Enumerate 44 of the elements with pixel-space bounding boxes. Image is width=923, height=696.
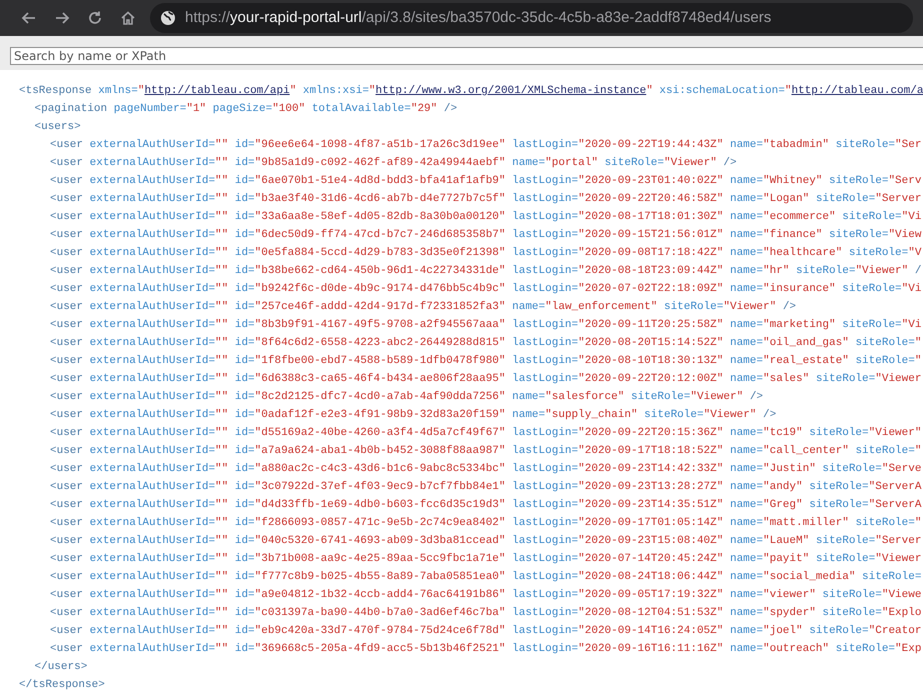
xml-line: <user externalAuthUserId="" id="b38be662-cd64-450b-96d1-4c22734331de" lastLogin="2020-08-18T23:09:44Z" name="hr" siteRole="Viewer" / <box>50 264 922 279</box>
xml-line: <user externalAuthUserId="" id="8c2d2125-dfc7-4cd0-a7ab-4af90dda7256" name="salesforce" siteRole="Viewer" /> <box>50 390 764 405</box>
xml-line: <user externalAuthUserId="" id="6d6388c3-ca65-46f4-b434-ae806f28aa95" lastLogin="2020-09-22T20:12:00Z" name="sales" siteRole="Viewer <box>50 372 922 387</box>
xml-line: <user externalAuthUserId="" id="0e5fa884-5ccd-4d29-b783-3d35e0f21398" lastLogin="2020-09-08T17:18:42Z" name="healthcare" siteRole="V <box>50 246 922 261</box>
xml-line: <users> <box>34 120 81 135</box>
xml-line: <user externalAuthUserId="" id="369668c5-205a-4fd9-acc5-5b13b46f2521" lastLogin="2020-09-16T16:11:16Z" name="outreach" siteRole="Exp <box>50 642 922 657</box>
xml-line: <user externalAuthUserId="" id="9b85a1d9-c092-462f-af89-42a49944aebf" name="portal" siteRole="Viewer" /> <box>50 156 737 171</box>
xml-line: <tsResponse xmlns="http://tableau.com/api" xmlns:xsi="http://www.w3.org/2001/XMLSchema-instance" xsi:schemaLocation="http://tableau.com/a <box>19 84 923 99</box>
arrow-right-icon <box>54 10 70 26</box>
xml-line: <user externalAuthUserId="" id="8f64c6d2-6558-4223-abc2-26449288d815" lastLogin="2020-08-20T15:14:52Z" name="oil_and_gas" siteRole=" <box>50 336 922 351</box>
xml-line: <user externalAuthUserId="" id="a9e04812-1b32-4ccb-add4-76ac64191b86" lastLogin="2020-09-05T17:19:32Z" name="viewer" siteRole="Viewe <box>50 588 922 603</box>
xml-line: <user externalAuthUserId="" id="33a6aa8e-58ef-4d05-82db-8a30b0a00120" lastLogin="2020-08-17T18:01:30Z" name="ecommerce" siteRole="Vi <box>50 210 922 225</box>
xml-line: <user externalAuthUserId="" id="b9242f6c-d0de-4b9c-9174-d476bb5c4b9c" lastLogin="2020-07-02T22:18:09Z" name="insurance" siteRole="Vi <box>50 282 922 297</box>
xml-line: <user externalAuthUserId="" id="040c5320-6741-4693-ab09-3d3ba81ccead" lastLogin="2020-09-23T15:08:40Z" name="LaueM" siteRole="Server <box>50 534 922 549</box>
link[interactable]: http://tableau.com/api <box>144 85 290 97</box>
xml-line: </users> <box>34 660 88 675</box>
xml-line: <user externalAuthUserId="" id="eb9c420a-33d7-470f-9784-75d24ce6f78d" lastLogin="2020-09-14T16:24:05Z" name="joel" siteRole="Creator <box>50 624 922 639</box>
link[interactable]: http://www.w3.org/2001/XMLSchema-instance <box>376 85 646 97</box>
xml-line: <user externalAuthUserId="" id="f777c8b9-b025-4b55-8a89-7aba05851ea0" lastLogin="2020-08-24T18:06:44Z" name="social_media" siteRole= <box>50 570 922 585</box>
xml-line: </tsResponse> <box>19 678 105 693</box>
xml-line: <user externalAuthUserId="" id="a880ac2c-c4c3-43d6-b1c6-9abc8c5334bc" lastLogin="2020-09-23T14:42:33Z" name="Justin" siteRole="Serve <box>50 462 922 477</box>
arrow-left-icon <box>20 10 36 26</box>
home-icon <box>120 10 136 26</box>
search-field[interactable]: Search by name or XPath <box>10 47 923 65</box>
link[interactable]: http://tableau.com/a <box>791 85 923 97</box>
xml-line: <user externalAuthUserId="" id="c031397a-ba90-44b0-b7a0-3ad6ef46c7ba" lastLogin="2020-08-12T04:51:53Z" name="spyder" siteRole="Explo <box>50 606 922 621</box>
reload-icon <box>86 10 102 26</box>
xml-line: <pagination pageNumber="1" pageSize="100" totalAvailable="29" /> <box>34 102 458 117</box>
xml-line: <user externalAuthUserId="" id="6ae070b1-51e4-4d8d-bdd3-bfa41af1afb9" lastLogin="2020-09-23T01:40:02Z" name="Whitney" siteRole="Serv <box>50 174 922 189</box>
globe-icon <box>160 10 176 26</box>
xml-line: <user externalAuthUserId="" id="d55169a2-40be-4260-a3f4-4d5a7cf49f67" lastLogin="2020-09-22T20:15:36Z" name="tc19" siteRole="Viewer" <box>50 426 922 441</box>
xml-line: <user externalAuthUserId="" id="0adaf12f-e2e3-4f91-98b9-32d83a20f159" name="supply_chain" siteRole="Viewer" /> <box>50 408 776 423</box>
xml-line: <user externalAuthUserId="" id="b3ae3f40-31d6-4cd6-ab7b-d4e7727b7c5f" lastLogin="2020-09-22T20:46:58Z" name="Logan" siteRole="Server <box>50 192 922 207</box>
xml-line: <user externalAuthUserId="" id="3b71b008-aa9c-4e25-89aa-5cc9fbc1a71e" lastLogin="2020-07-14T20:45:24Z" name="payit" siteRole="Viewer <box>50 552 922 567</box>
xml-line: <user externalAuthUserId="" id="8b3b9f91-4167-49f5-9708-a2f945567aaa" lastLogin="2020-09-11T20:25:58Z" name="marketing" siteRole="Vi <box>50 318 922 333</box>
xml-line: <user externalAuthUserId="" id="1f8fbe00-ebd7-4588-b589-1dfb0478f980" lastLogin="2020-08-10T18:30:13Z" name="real_estate" siteRole=" <box>50 354 922 369</box>
xml-line: <user externalAuthUserId="" id="257ce46f-addd-42d4-917d-f72331852fa3" name="law_enforcement" siteRole="Viewer" /> <box>50 300 796 315</box>
xml-line: <user externalAuthUserId="" id="96ee6e64-1098-4f87-a51b-17a26c3d19ee" lastLogin="2020-09-22T19:44:43Z" name="tabadmin" siteRole="Ser <box>50 138 922 153</box>
xml-line: <user externalAuthUserId="" id="6dec50d9-ff74-47cd-b7c7-246d685358b7" lastLogin="2020-09-15T21:56:01Z" name="finance" siteRole="View <box>50 228 922 243</box>
address-field[interactable]: https://your-rapid-portal-url/api/3.8/sites/ba3570dc-35dc-4c5b-a83e-2addf8748ed4/users <box>150 3 913 33</box>
xml-line: <user externalAuthUserId="" id="f2866093-0857-471c-9e5b-2c74c9ea8402" lastLogin="2020-09-17T01:05:14Z" name="matt.miller" siteRole=" <box>50 516 922 531</box>
xml-line: <user externalAuthUserId="" id="a7a9a624-aba1-4b0b-b452-3088f88aa987" lastLogin="2020-09-17T18:18:52Z" name="call_center" siteRole=" <box>50 444 922 459</box>
xml-line: <user externalAuthUserId="" id="3c07922d-37ef-4f03-9ec9-b7cf7fbb84e1" lastLogin="2020-09-23T13:28:27Z" name="andy" siteRole="ServerA <box>50 480 922 495</box>
xml-line: <user externalAuthUserId="" id="d4d33ffb-1e69-4db0-b603-fcc6d35c19d3" lastLogin="2020-09-23T14:35:51Z" name="Greg" siteRole="ServerA <box>50 498 922 513</box>
